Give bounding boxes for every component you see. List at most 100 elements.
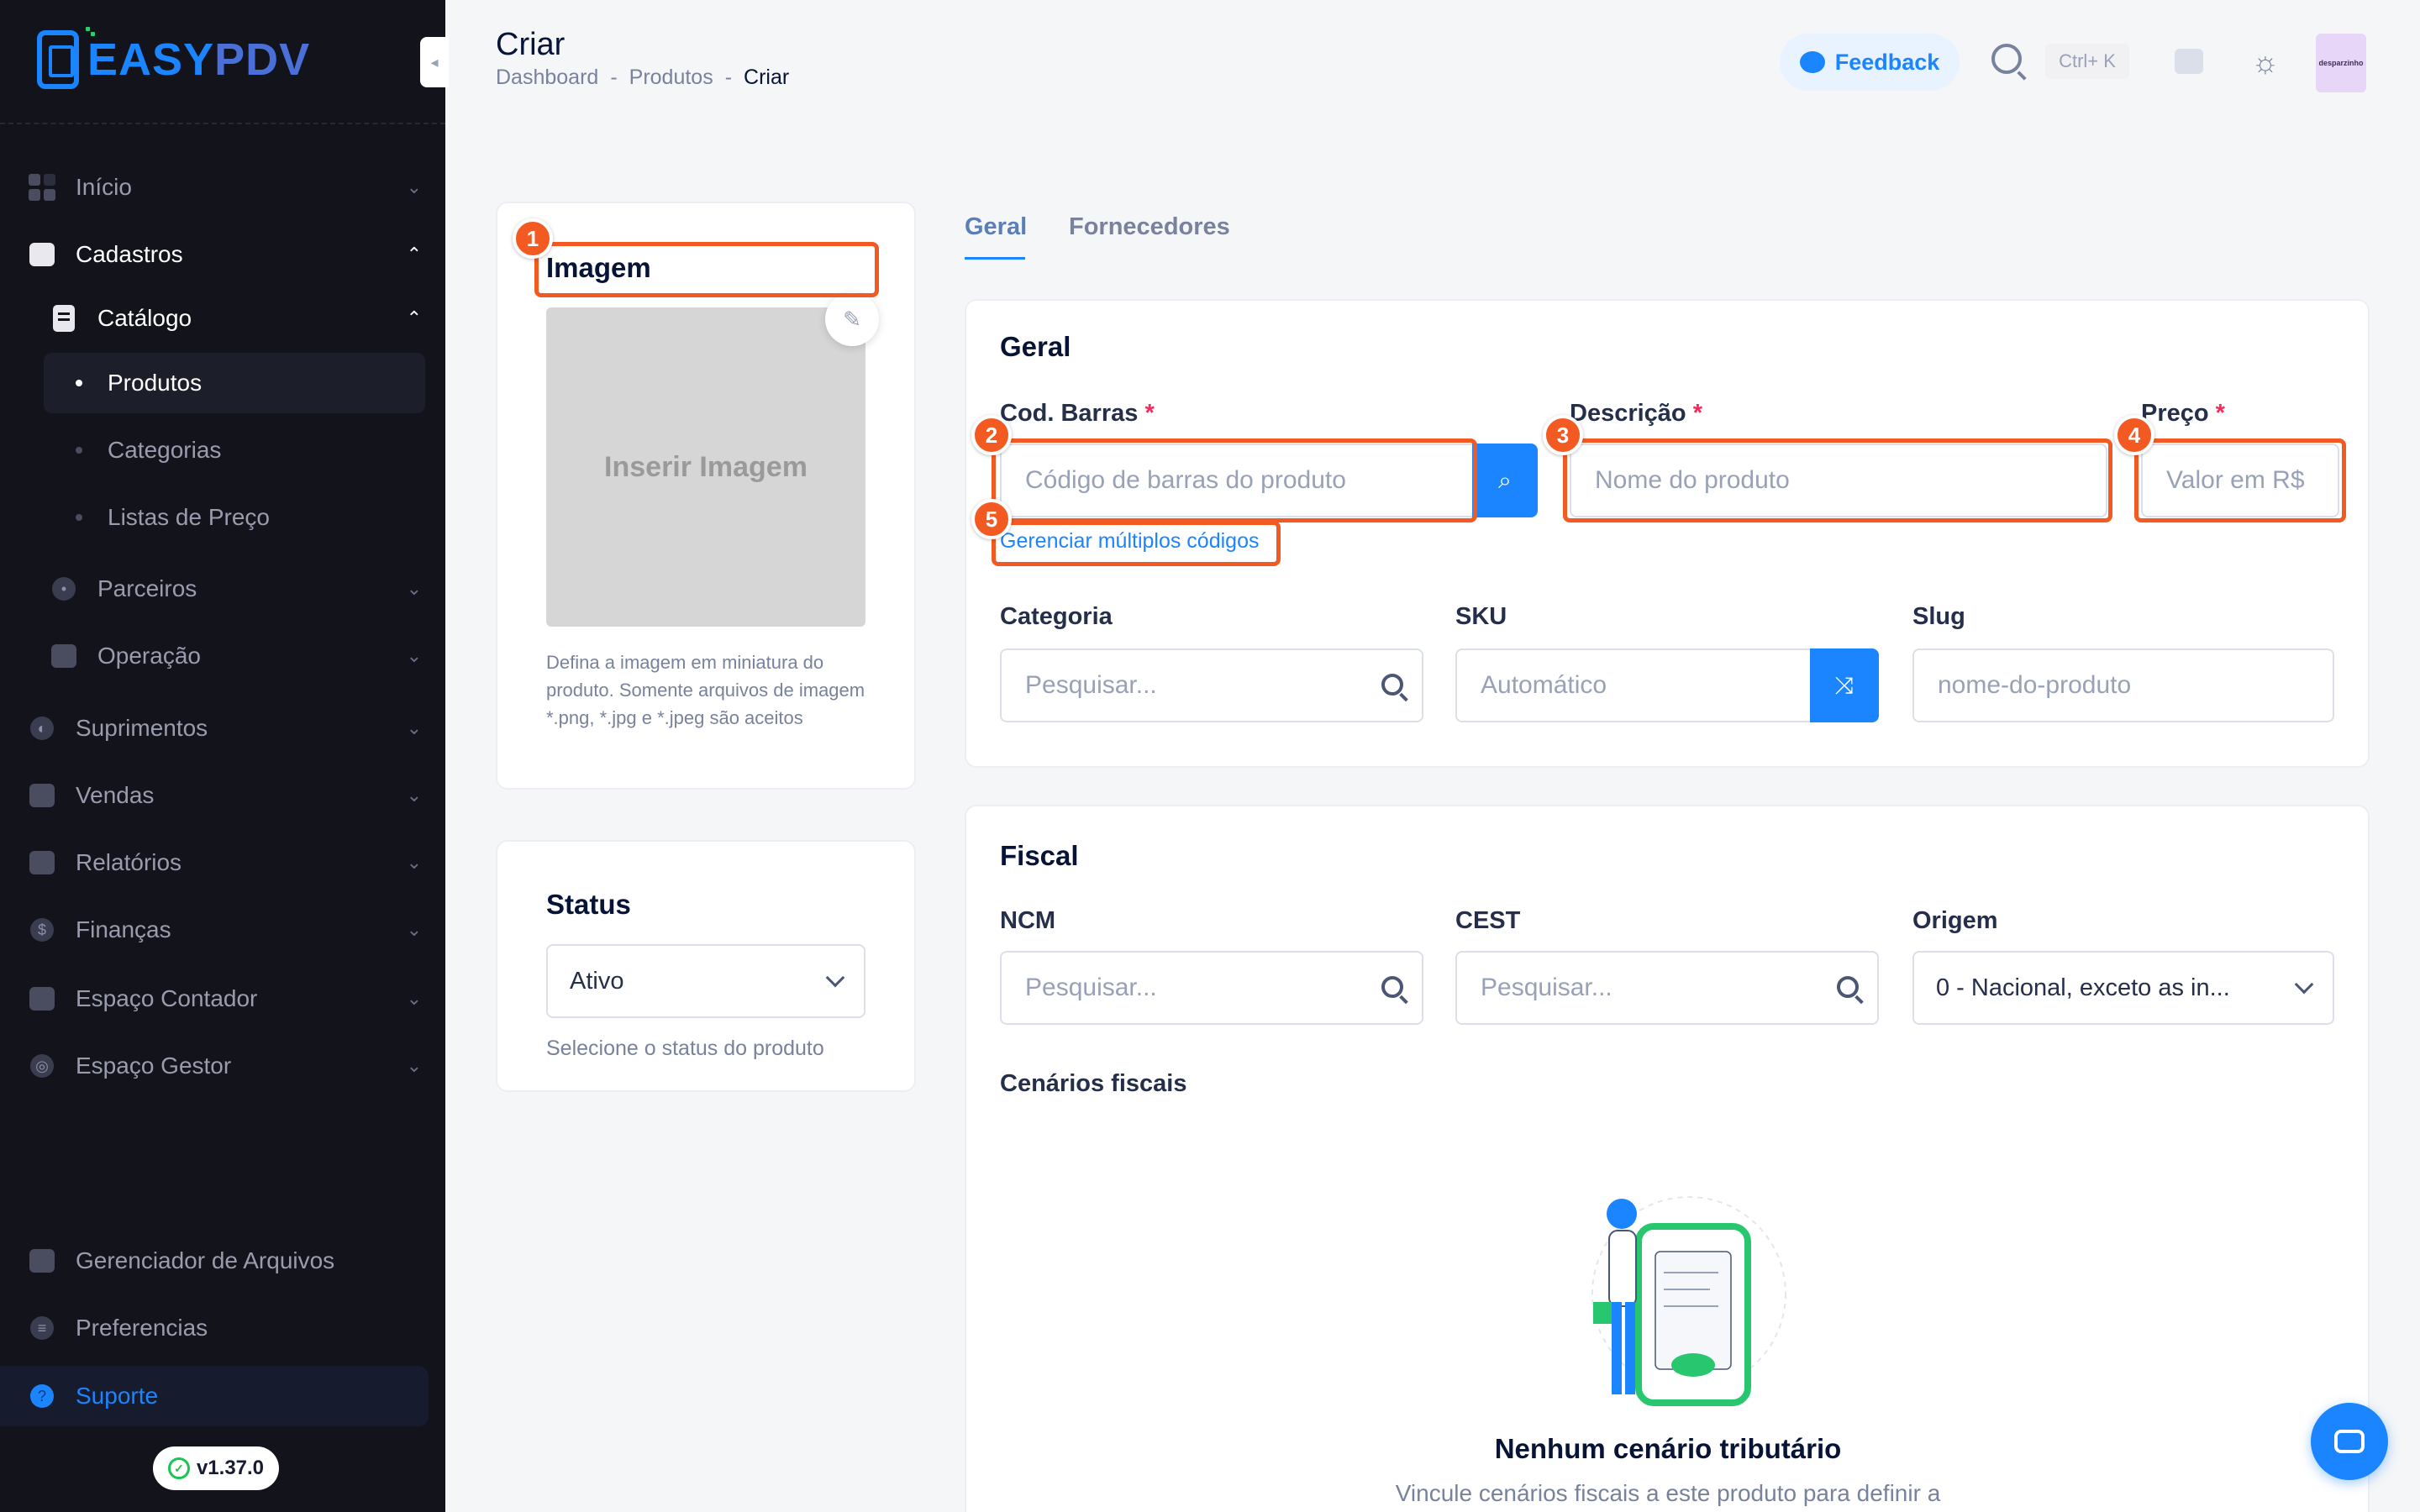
image-card-title: Imagem xyxy=(546,252,651,283)
sidebar-item-label: Listas de Preço xyxy=(108,504,270,530)
search-icon[interactable] xyxy=(1991,44,2022,74)
sku-generate-button[interactable]: ⤨ xyxy=(1810,648,1879,722)
sidebar-item-vendas[interactable]: Vendas ⌄ xyxy=(29,768,425,823)
chevron-down-icon: ⌄ xyxy=(406,578,422,599)
slug-label: Slug xyxy=(1912,603,1965,630)
shuffle-icon: ⤨ xyxy=(1834,671,1854,698)
sidebar-item-cadastros[interactable]: Cadastros ⌃ xyxy=(29,227,425,282)
annotation-badge-1: 1 xyxy=(513,218,553,259)
sidebar-item-relatorios[interactable]: Relatórios ⌄ xyxy=(29,835,425,890)
chevron-down-icon: ⌄ xyxy=(406,645,422,666)
sidebar-item-espaco-contador[interactable]: Espaço Contador ⌄ xyxy=(29,971,425,1026)
breadcrumb-produtos[interactable]: Produtos xyxy=(629,66,713,90)
sidebar-item-label: Catálogo xyxy=(97,305,192,331)
sidebar-item-label: Finanças xyxy=(76,916,171,942)
empty-state-subtitle: Vincule cenários fiscais a este produto … xyxy=(1395,1480,1941,1506)
sku-input[interactable]: Automático xyxy=(1455,648,1813,722)
sidebar-item-produtos[interactable]: Produtos xyxy=(44,353,425,413)
search-shortcut-hint: Ctrl+ K xyxy=(2045,44,2129,79)
avatar[interactable]: desparzinho xyxy=(2316,34,2366,92)
sidebar-item-espaco-gestor[interactable]: ◎ Espaço Gestor ⌄ xyxy=(29,1038,425,1094)
tab-geral[interactable]: Geral xyxy=(965,213,1027,241)
breadcrumb-separator: - xyxy=(610,66,618,89)
edit-image-button[interactable]: ✎ xyxy=(825,292,879,346)
empty-state-title: Nenhum cenário tributário xyxy=(1494,1433,1842,1464)
pos-terminal-icon xyxy=(37,30,79,89)
app-logo[interactable]: EASYPDV xyxy=(37,27,311,89)
sidebar-item-label: Vendas xyxy=(76,782,155,808)
origin-select[interactable]: 0 - Nacional, exceto as in... xyxy=(1912,951,2334,1025)
image-hint: Defina a imagem em miniatura do produto.… xyxy=(546,652,865,728)
fiscal-card-title: Fiscal xyxy=(1000,840,1079,871)
messages-icon[interactable] xyxy=(2175,49,2203,74)
sidebar-item-label: Preferencias xyxy=(76,1315,208,1341)
sidebar-item-listas-de-preco[interactable]: Listas de Preço xyxy=(44,487,425,548)
sidebar: EASYPDV Início ⌄ Cadastros ⌃ Catálogo ⌃ … xyxy=(0,0,445,1512)
status-card-title: Status xyxy=(546,889,631,920)
people-icon: • xyxy=(50,575,77,602)
price-label: Preço * xyxy=(2141,400,2225,427)
price-input[interactable]: Valor em R$ xyxy=(2141,444,2339,517)
logo-text: EASYPDV xyxy=(87,34,311,85)
sidebar-item-label: Início xyxy=(76,174,132,200)
sidebar-item-financas[interactable]: $ Finanças ⌄ xyxy=(29,902,425,958)
sidebar-item-preferencias[interactable]: ≡ Preferencias xyxy=(29,1300,425,1356)
dollar-icon: $ xyxy=(29,916,55,943)
cest-search-input[interactable]: Pesquisar... xyxy=(1455,951,1879,1025)
chevron-up-icon: ⌃ xyxy=(406,244,422,265)
status-select[interactable]: Ativo xyxy=(546,944,865,1018)
ncm-label: NCM xyxy=(1000,907,1056,934)
check-circle-icon: ✓ xyxy=(167,1457,190,1479)
breadcrumb-dashboard[interactable]: Dashboard xyxy=(496,66,598,90)
calendar-icon xyxy=(29,782,55,809)
grid-icon xyxy=(29,174,55,201)
origin-label: Origem xyxy=(1912,907,1998,934)
sidebar-item-suporte[interactable]: ? Suporte xyxy=(0,1366,429,1426)
chevron-down-icon: ⌄ xyxy=(406,176,422,197)
slug-input[interactable]: nome-do-produto xyxy=(1912,648,2334,722)
sidebar-item-parceiros[interactable]: • Parceiros ⌄ xyxy=(50,561,425,617)
sidebar-item-suprimentos[interactable]: ◐ Suprimentos ⌄ xyxy=(29,701,425,756)
barcode-input[interactable]: Código de barras do produto xyxy=(1000,444,1476,517)
theme-toggle-icon[interactable]: ☼ xyxy=(2249,45,2282,79)
sidebar-item-label: Categorias xyxy=(108,437,222,463)
tab-fornecedores[interactable]: Fornecedores xyxy=(1069,213,1230,241)
manage-codes-link[interactable]: Gerenciar múltiplos códigos xyxy=(1000,529,1259,554)
sidebar-item-label: Gerenciador de Arquivos xyxy=(76,1247,335,1273)
chart-icon xyxy=(29,849,55,876)
feedback-button[interactable]: Feedback xyxy=(1780,34,1960,91)
box-icon xyxy=(50,643,77,669)
active-tab-indicator xyxy=(965,257,1025,260)
sidebar-collapse-button[interactable]: ◂ xyxy=(420,37,449,87)
chevron-down-icon: ⌄ xyxy=(406,785,422,806)
chevron-down-icon xyxy=(825,968,845,988)
sidebar-item-operacao[interactable]: Operação ⌄ xyxy=(50,628,425,684)
calculator-icon xyxy=(29,985,55,1012)
annotation-badge-2: 2 xyxy=(971,415,1012,455)
search-icon: ⌕ xyxy=(1498,466,1512,493)
version-badge: ✓ v1.37.0 xyxy=(153,1446,279,1490)
barcode-search-button[interactable]: ⌕ xyxy=(1472,444,1538,517)
sidebar-item-catalogo[interactable]: Catálogo ⌃ xyxy=(50,291,425,346)
folder-icon xyxy=(29,1247,55,1274)
chevron-up-icon: ⌃ xyxy=(406,307,422,328)
category-search-input[interactable]: Pesquisar... xyxy=(1000,648,1423,722)
annotation-badge-5: 5 xyxy=(971,499,1012,539)
truck-icon: ◐ xyxy=(29,715,55,742)
pencil-icon: ✎ xyxy=(843,306,861,332)
description-input[interactable]: Nome do produto xyxy=(1570,444,2107,517)
image-dropzone[interactable]: Inserir Imagem xyxy=(546,307,865,627)
ncm-search-input[interactable]: Pesquisar... xyxy=(1000,951,1423,1025)
barcode-label: Cod. Barras * xyxy=(1000,400,1155,427)
chat-support-button[interactable] xyxy=(2311,1403,2388,1480)
sidebar-item-categorias[interactable]: Categorias xyxy=(44,420,425,480)
description-label: Descrição * xyxy=(1570,400,1703,427)
sliders-icon: ≡ xyxy=(29,1315,55,1341)
sidebar-item-gerenciador-de-arquivos[interactable]: Gerenciador de Arquivos xyxy=(29,1233,425,1289)
logo-dots-icon xyxy=(82,27,95,39)
sidebar-item-label: Parceiros xyxy=(97,575,197,601)
chevron-down-icon xyxy=(2294,974,2314,995)
sidebar-item-inicio[interactable]: Início ⌄ xyxy=(29,160,425,215)
category-label: Categoria xyxy=(1000,603,1113,630)
sidebar-item-label: Suporte xyxy=(76,1383,159,1409)
